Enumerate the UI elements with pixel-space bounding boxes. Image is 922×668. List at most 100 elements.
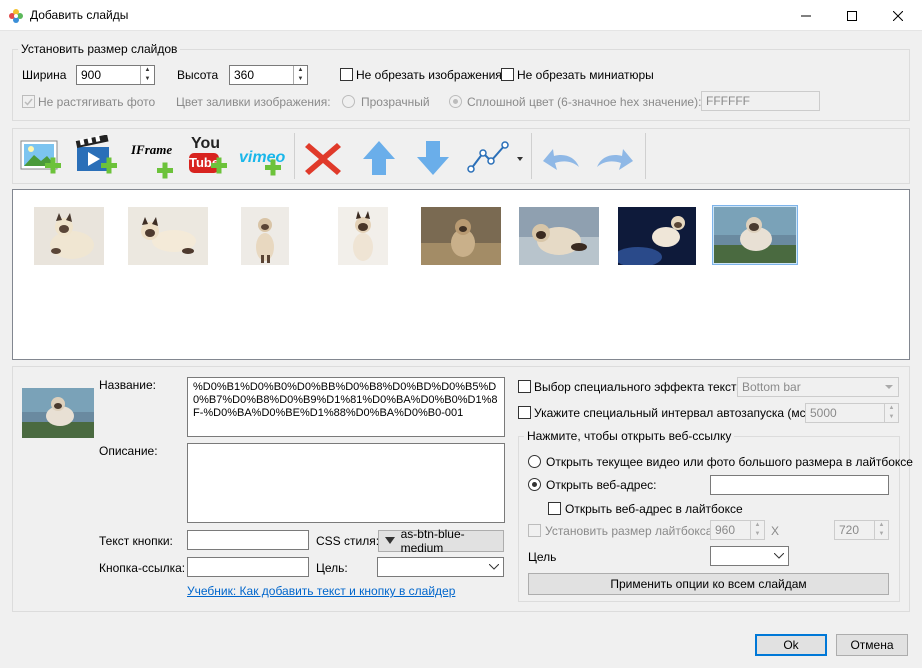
cat-photo-thumbnail (128, 207, 208, 265)
spin-up-icon[interactable]: ▲ (751, 521, 764, 530)
autoplay-interval-checkbox[interactable] (518, 406, 531, 419)
add-image-icon (20, 140, 61, 174)
no-crop-images-checkbox[interactable] (340, 68, 353, 81)
button-text-input[interactable] (187, 530, 309, 550)
slide-size-group-label: Установить размер слайдов (18, 42, 181, 56)
add-image-button[interactable] (17, 135, 65, 179)
add-iframe-button[interactable]: IFrame (129, 135, 181, 179)
lightbox-height-value: 720 (839, 523, 860, 537)
interval-value: 5000 (810, 406, 837, 420)
lightbox-width-spinner[interactable]: ▲ ▼ (750, 521, 764, 539)
spin-up-icon[interactable]: ▲ (875, 521, 888, 530)
lightbox-height-input[interactable]: 720 ▲ ▼ (834, 520, 889, 540)
solid-color-radio[interactable] (449, 95, 462, 108)
ok-button[interactable]: Ok (755, 634, 827, 656)
move-up-icon (363, 141, 395, 175)
thumbnail-2[interactable] (128, 207, 208, 265)
redo-button[interactable] (591, 135, 639, 179)
no-crop-thumbs-checkbox[interactable] (501, 68, 514, 81)
transparent-radio[interactable] (342, 95, 355, 108)
lightbox-height-spinner[interactable]: ▲ ▼ (874, 521, 888, 539)
open-lightbox-radio[interactable] (528, 455, 541, 468)
description-textarea[interactable] (187, 443, 505, 523)
toolbar-separator (294, 133, 295, 179)
spin-up-icon[interactable]: ▲ (141, 66, 154, 75)
name-textarea[interactable]: %D0%B1%D0%B0%D0%BB%D0%B8%D0%BD%D0%B5%D0%… (187, 377, 505, 437)
move-down-button[interactable] (409, 135, 457, 179)
open-url-label: Открыть веб-адрес: (546, 478, 657, 492)
add-iframe-icon (157, 162, 173, 179)
height-spinner[interactable]: ▲ ▼ (293, 66, 307, 84)
hex-color-input[interactable]: FFFFFF (701, 91, 820, 111)
minimize-icon[interactable] (783, 0, 829, 31)
thumbnail-8-selected[interactable] (712, 205, 798, 265)
toolbar-separator (531, 133, 532, 179)
interval-input[interactable]: 5000 ▲ ▼ (805, 403, 899, 423)
interval-spinner[interactable]: ▲ ▼ (884, 404, 898, 422)
delete-icon (305, 143, 341, 175)
spin-down-icon[interactable]: ▼ (875, 530, 888, 539)
open-url-radio[interactable] (528, 478, 541, 491)
cat-photo-thumbnail (714, 207, 796, 263)
move-up-button[interactable] (355, 135, 403, 179)
toolbar: IFrame You Tube vimeo (12, 128, 910, 184)
button-link-input[interactable] (187, 557, 309, 577)
weblink-target-select[interactable] (710, 546, 789, 566)
height-value: 360 (234, 68, 255, 82)
cat-photo-thumbnail (34, 207, 104, 265)
add-youtube-icon (211, 157, 227, 174)
no-stretch-checkbox[interactable] (22, 95, 35, 108)
thumbnail-4[interactable] (338, 207, 388, 265)
apply-all-button[interactable]: Применить опции ко всем слайдам (528, 573, 889, 595)
undo-button[interactable] (537, 135, 585, 179)
special-effect-checkbox[interactable] (518, 380, 531, 393)
thumbnail-list (12, 189, 910, 360)
url-input[interactable] (710, 475, 889, 495)
cat-photo-thumbnail (519, 207, 599, 265)
lightbox-size-checkbox[interactable] (528, 524, 541, 537)
autoplay-interval-label: Укажите специальный интервал автозапуска… (534, 406, 813, 420)
open-url-lightbox-label: Открыть веб-адрес в лайтбоксе (565, 502, 743, 516)
add-vimeo-button[interactable]: vimeo (237, 135, 291, 179)
description-label: Описание: (99, 444, 158, 458)
app-icon (8, 8, 24, 24)
special-effect-label: Выбор специального эффекта текста (534, 380, 744, 394)
spin-down-icon[interactable]: ▼ (294, 75, 307, 84)
add-youtube-button[interactable]: You Tube (185, 135, 237, 179)
height-label: Высота (177, 68, 219, 82)
motion-path-button[interactable] (465, 135, 527, 179)
thumbnail-6[interactable] (519, 207, 599, 265)
spin-up-icon[interactable]: ▲ (885, 404, 898, 413)
motion-path-icon (467, 141, 523, 173)
spin-down-icon[interactable]: ▼ (885, 413, 898, 422)
lightbox-width-input[interactable]: 960 ▲ ▼ (710, 520, 765, 540)
thumbnail-3[interactable] (241, 207, 289, 265)
height-input[interactable]: 360 ▲ ▼ (229, 65, 308, 85)
spin-down-icon[interactable]: ▼ (751, 530, 764, 539)
css-style-value: as-btn-blue-medium (400, 527, 465, 555)
width-input[interactable]: 900 ▲ ▼ (76, 65, 155, 85)
spin-up-icon[interactable]: ▲ (294, 66, 307, 75)
tutorial-link[interactable]: Учебник: Как добавить текст и кнопку в с… (187, 584, 455, 598)
open-url-lightbox-checkbox[interactable] (548, 502, 561, 515)
weblink-group-label: Нажмите, чтобы открыть веб-ссылку (524, 429, 735, 443)
thumbnail-5[interactable] (421, 207, 501, 265)
add-video-button[interactable] (73, 134, 121, 179)
thumbnail-7[interactable] (614, 207, 696, 267)
cat-photo-thumbnail (22, 388, 94, 438)
css-style-label: CSS стиля: (316, 534, 380, 548)
css-style-dropdown[interactable]: as-btn-blue-medium (378, 527, 504, 555)
width-spinner[interactable]: ▲ ▼ (140, 66, 154, 84)
thumbnail-1[interactable] (34, 207, 104, 265)
effect-select[interactable]: Bottom bar (737, 377, 899, 397)
target-select[interactable] (377, 557, 504, 577)
maximize-icon[interactable] (829, 0, 875, 31)
toolbar-separator (645, 133, 646, 179)
delete-button[interactable] (299, 135, 347, 179)
close-icon[interactable] (875, 0, 921, 31)
move-down-icon (417, 141, 449, 175)
spin-down-icon[interactable]: ▼ (141, 75, 154, 84)
title-bar: Добавить слайды (0, 0, 922, 31)
dropdown-arrow-icon (885, 385, 893, 389)
cancel-button[interactable]: Отмена (836, 634, 908, 656)
